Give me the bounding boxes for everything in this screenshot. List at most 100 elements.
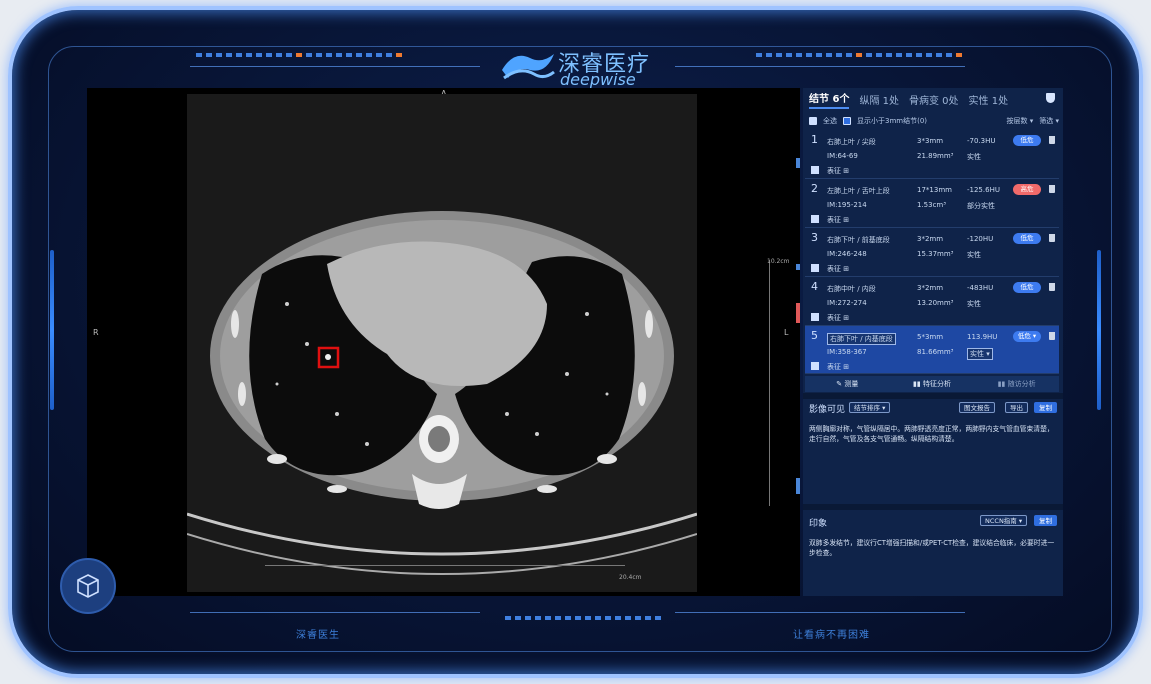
risk-badge-select[interactable]: 低危 ▾: [1013, 331, 1041, 342]
ct-viewer[interactable]: A P R L 10.: [87, 88, 800, 596]
brand-logo: 深睿医疗 deepwise: [500, 44, 660, 90]
nodule-signs[interactable]: 表征 ⊞: [827, 215, 849, 225]
nodule-location: 右肺中叶 / 内段: [827, 285, 876, 293]
risk-badge[interactable]: 低危: [1013, 282, 1041, 293]
nodule-row[interactable]: 3 右肺下叶 / 前基底段 IM:246-248 表征 ⊞ 3*2mm 15.3…: [805, 228, 1059, 277]
nodule-density-select[interactable]: 实性 ▾: [967, 348, 993, 360]
nodule-list: 1 右肺上叶 / 尖段 IM:64-69 表征 ⊞ 3*3mm 21.89mm³…: [805, 130, 1059, 374]
scroll-marker[interactable]: [796, 478, 800, 494]
risk-badge[interactable]: 低危: [1013, 135, 1041, 146]
section-divider: [803, 393, 1063, 399]
feature-analysis-button[interactable]: ▮▮ 特征分析: [890, 379, 975, 389]
screen-dropdown[interactable]: 筛选 ▾: [1039, 116, 1059, 126]
nodule-density: 部分实性: [967, 202, 995, 210]
nodule-hu: -483HU: [967, 284, 994, 292]
nodule-row-selected[interactable]: 5 右肺下叶 / 内基底段 IM:358-367 表征 ⊞ 5*3mm 81.6…: [805, 326, 1059, 374]
export-button[interactable]: 导出: [1005, 402, 1028, 413]
scroll-marker[interactable]: [796, 264, 800, 270]
nodule-signs[interactable]: 表征 ⊞: [827, 362, 849, 372]
tab-nodules[interactable]: 结节 6个: [809, 90, 850, 109]
section-divider: [803, 504, 1063, 510]
copy-findings-button[interactable]: 复制: [1034, 402, 1057, 413]
trash-icon[interactable]: [1049, 136, 1055, 144]
show-small-checkbox[interactable]: [843, 117, 851, 125]
nodule-checkbox[interactable]: [811, 313, 819, 321]
nodule-signs[interactable]: 表征 ⊞: [827, 264, 849, 274]
horizontal-scale-ruler: [265, 565, 625, 577]
nodule-size: 5*3mm: [917, 333, 944, 341]
nodule-location-select[interactable]: 右肺下叶 / 内基底段: [827, 333, 896, 345]
measure-button[interactable]: ✎ 测量: [805, 379, 890, 389]
nodule-volume: 1.53cm³: [917, 201, 947, 209]
tab-bone-lesion[interactable]: 骨病变 0处: [909, 92, 959, 107]
nodule-size: 3*3mm: [917, 137, 944, 145]
right-side-glow: [1097, 250, 1101, 410]
risk-badge[interactable]: 高危: [1013, 184, 1041, 195]
top-left-line: [190, 66, 480, 67]
left-side-glow: [50, 250, 54, 410]
nodule-signs[interactable]: 表征 ⊞: [827, 313, 849, 323]
nodule-volume: 81.66mm³: [917, 348, 954, 356]
nodule-checkbox[interactable]: [811, 166, 819, 174]
nodule-size: 3*2mm: [917, 284, 944, 292]
3d-view-button[interactable]: [60, 558, 116, 614]
brand-name-en: deepwise: [560, 70, 636, 89]
nodule-tool-row: ✎ 测量 ▮▮ 特征分析 ▮▮ 随访分析: [805, 376, 1059, 392]
nodule-sort-dropdown[interactable]: 结节排序 ▾: [849, 402, 891, 413]
findings-text[interactable]: 两侧胸廓对称，气管纵隔居中。两肺野透亮度正常，两肺野内支气管血管束清楚，走行自然…: [809, 424, 1057, 444]
scroll-marker[interactable]: [796, 158, 800, 168]
nodule-row[interactable]: 1 右肺上叶 / 尖段 IM:64-69 表征 ⊞ 3*3mm 21.89mm³…: [805, 130, 1059, 179]
findings-title: 影像可见: [809, 405, 846, 415]
risk-badge[interactable]: 低危: [1013, 233, 1041, 244]
nodule-image-range: IM:64-69: [827, 152, 858, 160]
top-right-line: [675, 66, 965, 67]
nodule-checkbox[interactable]: [811, 362, 819, 370]
nodule-location: 右肺下叶 / 前基底段: [827, 236, 890, 244]
category-tabs: 结节 6个 纵隔 1处 骨病变 0处 实性 1处: [803, 88, 1063, 110]
nodule-filter-bar: 全选 显示小于3mm结节(0) 按层数 ▾ 筛选 ▾: [809, 114, 1059, 128]
horizontal-scale-label: 20.4cm: [619, 574, 642, 581]
nodule-density: 实性: [967, 300, 981, 308]
nodule-checkbox[interactable]: [811, 264, 819, 272]
vertical-scale-ruler: [769, 260, 781, 506]
measure-label: 测量: [844, 380, 859, 388]
wave-logo-icon: [502, 54, 555, 80]
show-small-label: 显示小于3mm结节(0): [857, 117, 928, 125]
sort-dropdown[interactable]: 按层数 ▾: [1007, 116, 1034, 126]
orientation-left: R: [93, 328, 99, 337]
nodule-number: 3: [811, 231, 818, 244]
nodule-image-range: IM:272-274: [827, 299, 867, 307]
select-all-checkbox[interactable]: [809, 117, 817, 125]
nodule-checkbox[interactable]: [811, 215, 819, 223]
guideline-dropdown[interactable]: NCCN指南 ▾: [980, 515, 1028, 526]
trash-icon[interactable]: [1049, 283, 1055, 291]
nodule-image-range: IM:195-214: [827, 201, 867, 209]
ct-scan-image[interactable]: [187, 94, 697, 592]
nodule-number: 2: [811, 182, 818, 195]
bottom-left-slogan: 深睿医生: [296, 630, 340, 641]
nodule-density: 实性: [967, 153, 981, 161]
shield-icon[interactable]: [1046, 93, 1055, 103]
followup-analysis-label: 随访分析: [1007, 380, 1036, 388]
tab-solid[interactable]: 实性 1处: [969, 92, 1009, 107]
tab-mediastinum[interactable]: 纵隔 1处: [859, 92, 899, 107]
nodule-number: 4: [811, 280, 818, 293]
trash-icon[interactable]: [1049, 185, 1055, 193]
nodule-image-range: IM:358-367: [827, 348, 867, 356]
trash-icon[interactable]: [1049, 234, 1055, 242]
graphic-report-button[interactable]: 图文报告: [959, 402, 995, 413]
top-left-dots: [196, 53, 402, 57]
cube-icon: [77, 574, 99, 598]
scroll-marker-active[interactable]: [796, 303, 800, 323]
trash-icon[interactable]: [1049, 332, 1055, 340]
impression-text[interactable]: 双肺多发结节，建议行CT增强扫描和/或PET-CT检查，建议结合临床，必要时进一…: [809, 538, 1057, 558]
copy-impression-button[interactable]: 复制: [1034, 515, 1057, 526]
nodule-number: 5: [811, 329, 818, 342]
nodule-signs[interactable]: 表征 ⊞: [827, 166, 849, 176]
select-all-label: 全选: [823, 117, 837, 125]
nodule-row[interactable]: 2 左肺上叶 / 舌叶上段 IM:195-214 表征 ⊞ 17*13mm 1.…: [805, 179, 1059, 228]
nodule-row[interactable]: 4 右肺中叶 / 内段 IM:272-274 表征 ⊞ 3*2mm 13.20m…: [805, 277, 1059, 326]
followup-analysis-button[interactable]: ▮▮ 随访分析: [974, 379, 1059, 389]
nodule-location: 左肺上叶 / 舌叶上段: [827, 187, 890, 195]
nodule-location: 右肺上叶 / 尖段: [827, 138, 876, 146]
